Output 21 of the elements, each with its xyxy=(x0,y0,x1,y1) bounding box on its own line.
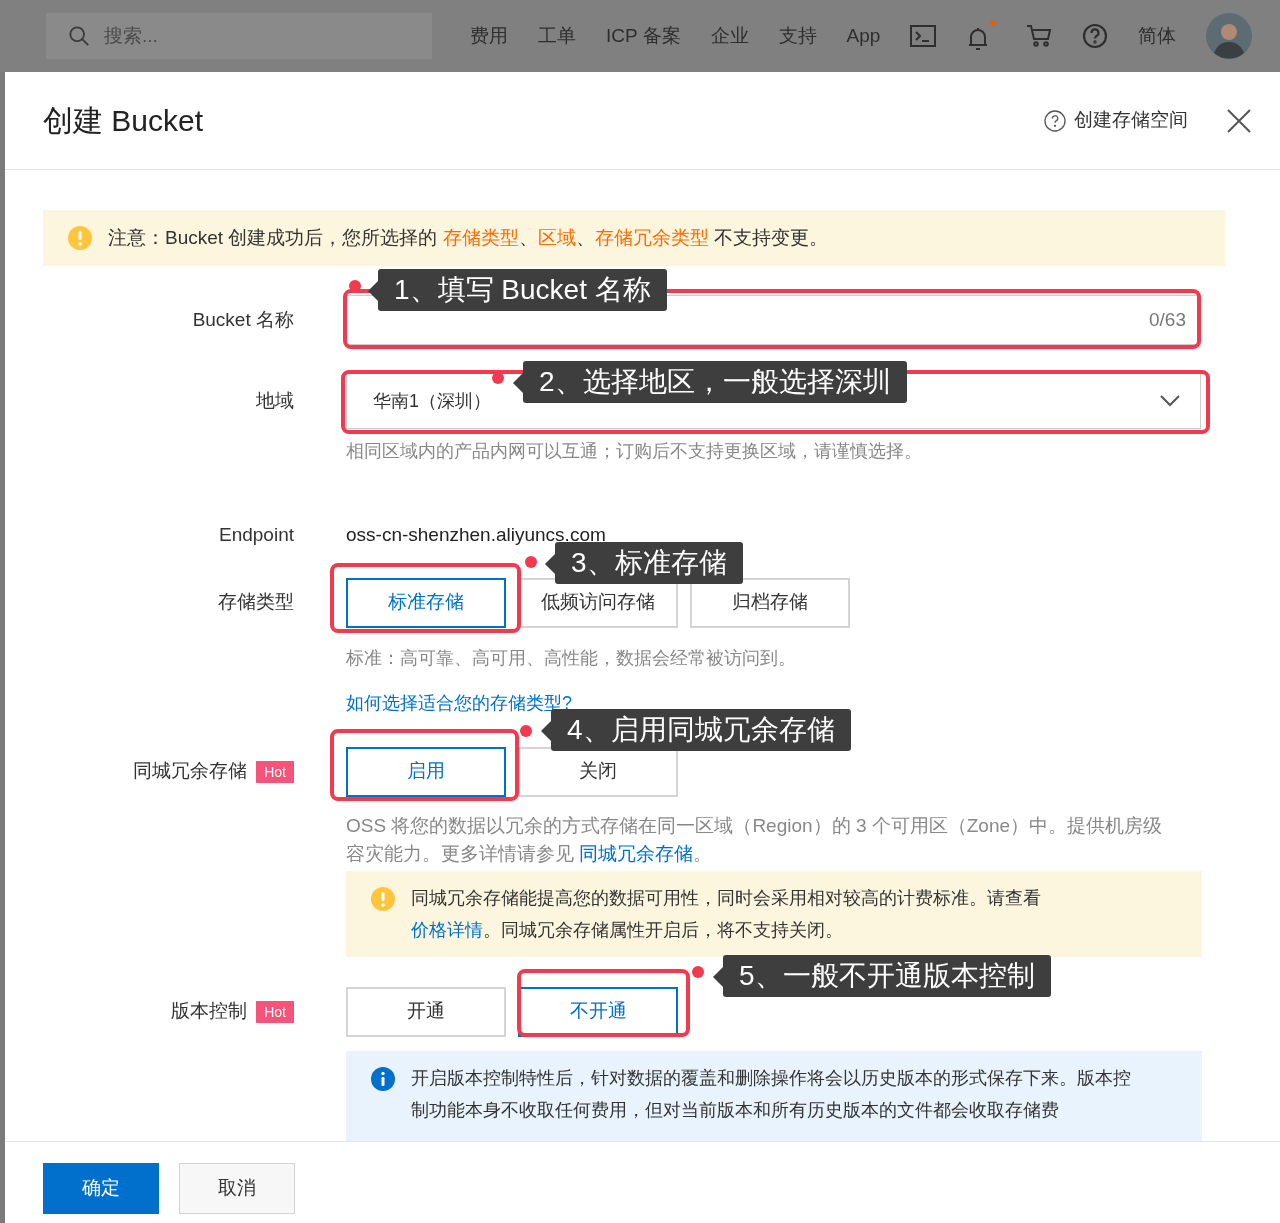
drawer-title: 创建 Bucket xyxy=(43,103,205,139)
annotation-tooltip: 5、一般不开通版本控制 xyxy=(723,955,1051,997)
annotation-tooltip: 1、填写 Bucket 名称 xyxy=(378,269,667,311)
character-counter: 0/63 xyxy=(1149,307,1186,332)
region-hint: 相同区域内的产品内网可以互通；订购后不支持更换区域，请谨慎选择。 xyxy=(346,440,923,463)
annotation-tooltip: 4、启用同城冗余存储 xyxy=(551,709,851,751)
field-label: 同城冗余存储 xyxy=(133,759,248,784)
field-label: Bucket 名称 xyxy=(192,307,294,332)
hot-badge: Hot xyxy=(256,1000,294,1023)
field-label: 地域 xyxy=(256,388,294,413)
field-label: 存储类型 xyxy=(218,590,294,615)
warning-text: 同城冗余存储能提高您的数据可用性，同时会采用相对较高的计费标准。请查看 价格详情。同城冗余存储属性开启后，将不支持关闭。 xyxy=(411,886,1042,942)
storage-type-hint: 标准：高可靠、高可用、高性能，数据会经常被访问到。 xyxy=(346,646,797,670)
info-text: 开启版本控制特性后，针对数据的覆盖和删除操作将会以历史版本的形式保存下来。版本控制功能本身不收取任何费用，但对当前版本和所有历史版本的文件都会收取存储费 xyxy=(411,1066,1132,1122)
annotation-tooltip: 2、选择地区，一般选择深圳 xyxy=(523,361,907,403)
field-label: 版本控制 xyxy=(171,999,248,1024)
annotation-tooltip: 3、标准存储 xyxy=(555,542,743,584)
notice-text: 注意：Bucket 创建成功后，您所选择的 存储类型、区域、存储冗余类型 不支持变更。 xyxy=(108,225,828,250)
field-label: Endpoint xyxy=(219,523,294,547)
hot-badge: Hot xyxy=(256,760,294,783)
redundancy-description: OSS 将您的数据以冗余的方式存储在同一区域（Region）的 3 个可用区（Zone）中。提供机房级容灾能力。更多详情请参见 同城冗余存储。 xyxy=(346,813,1164,866)
